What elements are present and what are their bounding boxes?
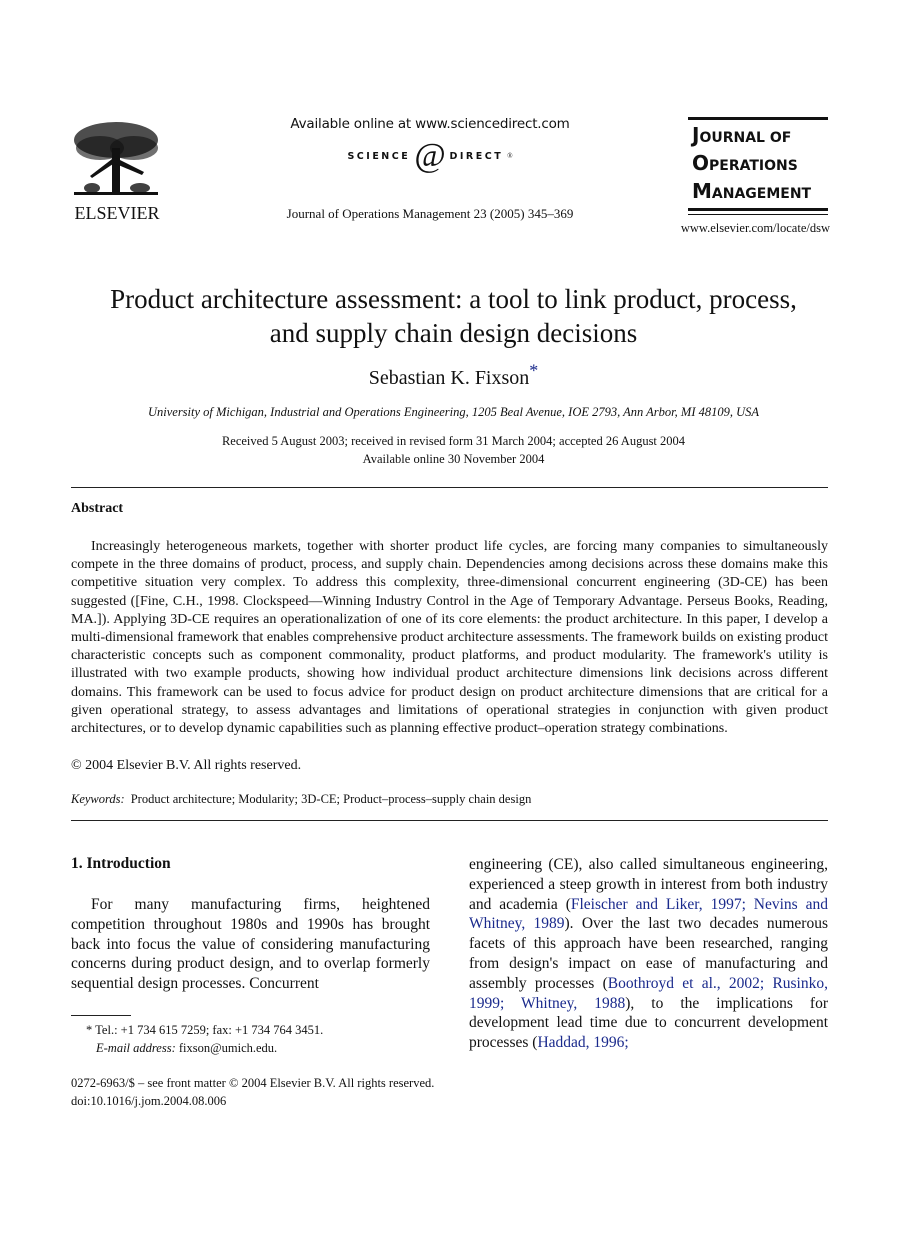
- journal-logo-line-1: JOURNAL OF: [692, 123, 792, 147]
- journal-logo-line-2: OPERATIONS: [692, 151, 798, 175]
- journal-logo-bottom-rule: [688, 208, 828, 211]
- sciencedirect-left-word: SCIENCE: [347, 150, 411, 162]
- journal-logo-line-3: MANAGEMENT: [692, 179, 812, 203]
- journal-logo-title: JOURNAL OF OPERATIONS MANAGEMENT: [688, 120, 828, 208]
- email-label: E-mail address:: [96, 1041, 176, 1055]
- citation-link[interactable]: Haddad, 1996;: [537, 1034, 628, 1051]
- footnote-divider: [71, 1015, 131, 1016]
- footnote-contact: * Tel.: +1 734 615 7259; fax: +1 734 764…: [86, 1023, 324, 1037]
- article-title: Product architecture assessment: a tool …: [40, 282, 867, 350]
- introduction-left-column: For many manufacturing firms, heightened…: [71, 896, 430, 993]
- registered-mark: ®: [507, 152, 513, 160]
- doi-link[interactable]: doi:10.1016/j.jom.2004.08.006: [71, 1092, 434, 1110]
- email-address[interactable]: fixson@umich.edu.: [179, 1041, 277, 1055]
- sciencedirect-logo: SCIENCE @ DIRECT ®: [300, 138, 560, 174]
- front-matter: 0272-6963/$ – see front matter © 2004 El…: [71, 1074, 434, 1110]
- abstract-top-divider: [71, 487, 828, 488]
- elsevier-logo: ELSEVIER: [68, 118, 168, 223]
- sciencedirect-right-word: DIRECT: [449, 150, 504, 162]
- author: Sebastian K. Fixson*: [40, 361, 867, 390]
- abstract-body: Increasingly heterogeneous markets, toge…: [71, 539, 828, 737]
- author-footnote: * Tel.: +1 734 615 7259; fax: +1 734 764…: [86, 1021, 323, 1057]
- available-online-link[interactable]: Available online at www.sciencedirect.co…: [240, 116, 620, 132]
- received-dates: Received 5 August 2003; received in revi…: [221, 434, 686, 448]
- journal-reference: Journal of Operations Management 23 (200…: [286, 206, 574, 221]
- introduction-right-column: engineering (CE), also called simultaneo…: [469, 855, 828, 1053]
- section-heading-introduction: 1. Introduction: [71, 855, 171, 872]
- abstract-heading: Abstract: [71, 501, 124, 516]
- abstract-bottom-divider: [71, 820, 828, 821]
- footnote-email: E-mail address: fixson@umich.edu.: [86, 1039, 323, 1057]
- keywords: Keywords: Product architecture; Modularit…: [71, 792, 531, 807]
- article-title-line-1: Product architecture assessment: a tool …: [110, 284, 797, 314]
- article-title-line-2: and supply chain design decisions: [269, 318, 638, 348]
- available-online-date: Available online 30 November 2004: [362, 452, 545, 466]
- author-footnote-link[interactable]: *: [529, 360, 538, 380]
- elsevier-tree-icon: [74, 122, 158, 195]
- issn-line: 0272-6963/$ – see front matter © 2004 El…: [71, 1076, 435, 1090]
- affiliation: University of Michigan, Industrial and O…: [147, 405, 760, 419]
- keywords-list: Product architecture; Modularity; 3D-CE;…: [130, 792, 532, 806]
- footnote-marker: *: [86, 1023, 93, 1037]
- journal-logo: JOURNAL OF OPERATIONS MANAGEMENT: [688, 117, 828, 215]
- author-name: Sebastian K. Fixson: [368, 367, 530, 389]
- elsevier-wordmark: ELSEVIER: [74, 203, 160, 223]
- abstract-copyright: © 2004 Elsevier B.V. All rights reserved…: [71, 758, 302, 773]
- journal-url-link[interactable]: www.elsevier.com/locate/dsw: [668, 221, 830, 236]
- article-dates: Received 5 August 2003; received in revi…: [40, 432, 867, 468]
- journal-logo-thin-rule: [688, 214, 828, 215]
- sciencedirect-at-icon: @: [414, 137, 446, 174]
- keywords-label: Keywords:: [71, 792, 125, 806]
